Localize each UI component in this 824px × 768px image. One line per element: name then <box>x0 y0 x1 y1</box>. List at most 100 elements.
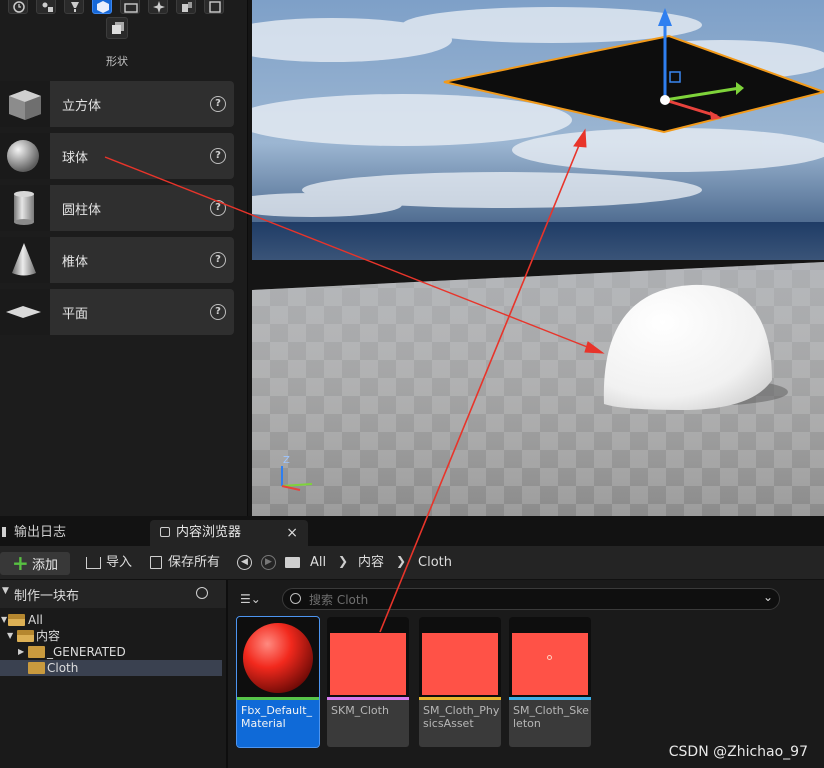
asset-name: Fbx_Default_Material <box>241 704 313 730</box>
cube-icon <box>0 81 50 127</box>
help-icon[interactable]: ? <box>210 96 226 112</box>
shapes-icon[interactable] <box>92 0 112 14</box>
collapse-caret-icon: ▼ <box>1 615 8 624</box>
bottom-tab-bar: 输出日志 内容浏览器 × <box>0 516 824 546</box>
folder-icon <box>28 646 45 658</box>
close-icon[interactable]: × <box>286 520 298 546</box>
output-log-icon <box>2 527 6 537</box>
breadcrumb-cloth[interactable]: Cloth <box>418 554 452 572</box>
asset-name: SM_Cloth_PhysicsAsset <box>423 704 500 730</box>
help-icon[interactable]: ? <box>210 252 226 268</box>
add-label: 添加 <box>32 558 59 573</box>
import-button[interactable]: 导入 <box>106 554 132 572</box>
plane-icon <box>0 289 50 335</box>
tree-item-label: All <box>28 613 43 627</box>
bone-marker-icon <box>547 655 552 660</box>
chevron-right-icon: ❯ <box>396 554 407 568</box>
search-icon[interactable] <box>196 587 208 599</box>
folder-icon <box>285 557 300 568</box>
chevron-right-icon: ❯ <box>338 554 349 568</box>
help-icon[interactable]: ? <box>210 200 226 216</box>
asset-type-bar <box>237 697 319 700</box>
recent-icon[interactable] <box>8 0 28 14</box>
visual-effects-icon[interactable] <box>148 0 168 14</box>
axis-label-z: Z <box>283 455 290 466</box>
tree-item-generated[interactable]: ▶ _GENERATED <box>0 644 222 660</box>
tree-item-all[interactable]: ▼ All <box>0 612 222 628</box>
tree-header[interactable]: ▼ 制作一块布 <box>0 580 226 608</box>
cinematic-icon[interactable] <box>120 0 140 14</box>
asset-search-input[interactable]: 搜索 Cloth ⌄ <box>282 588 780 610</box>
shape-item-sphere[interactable]: 球体 ? <box>0 133 234 179</box>
filter-icon[interactable]: ☰⌄ <box>240 592 268 606</box>
tree-item-label: 内容 <box>36 629 61 643</box>
tab-label: 输出日志 <box>14 525 67 540</box>
asset-view-panel: ☰⌄ 搜索 Cloth ⌄ Fbx_Default_Material SKM_C… <box>230 580 824 768</box>
tree-item-label: _GENERATED <box>47 645 126 659</box>
search-icon <box>290 593 301 604</box>
shape-label: 立方体 <box>62 99 102 114</box>
watermark: CSDN @Zhichao_97 <box>668 744 808 760</box>
geometry-icon[interactable] <box>176 0 196 14</box>
asset-tile-physics-asset[interactable]: SM_Cloth_PhysicsAsset <box>419 617 501 747</box>
cone-icon <box>0 237 50 283</box>
history-back-icon[interactable]: ◀ <box>237 555 252 570</box>
tree-header-label: 制作一块布 <box>14 589 80 604</box>
level-viewport[interactable]: Z <box>252 0 824 516</box>
search-placeholder: 搜索 Cloth <box>309 593 369 607</box>
help-icon[interactable]: ? <box>210 148 226 164</box>
history-forward-icon[interactable]: ▶ <box>261 555 276 570</box>
basic-actors-icon[interactable] <box>36 0 56 14</box>
content-browser-toolbar: + 添加 导入 保存所有 ◀ ▶ All ❯ 内容 ❯ Cloth <box>0 546 824 580</box>
physics-asset-thumbnail <box>419 617 501 697</box>
category-label: 形状 <box>106 55 128 68</box>
shape-label: 球体 <box>62 151 89 166</box>
sphere-icon <box>0 133 50 179</box>
folder-icon <box>28 662 45 674</box>
shape-label: 椎体 <box>62 255 89 270</box>
asset-type-bar <box>419 697 501 700</box>
help-icon[interactable]: ? <box>210 304 226 320</box>
shape-item-plane[interactable]: 平面 ? <box>0 289 234 335</box>
breadcrumb-content[interactable]: 内容 <box>358 554 384 572</box>
asset-tile-material[interactable]: Fbx_Default_Material <box>236 616 320 748</box>
collapse-caret-icon: ▼ <box>2 586 9 596</box>
asset-type-bar <box>327 697 409 700</box>
tab-output-log[interactable]: 输出日志 <box>0 520 76 546</box>
cylinder-icon <box>0 185 50 231</box>
breadcrumb-all[interactable]: All <box>310 554 326 572</box>
tree-item-content[interactable]: ▼ 内容 <box>0 628 222 644</box>
place-actors-panel: 形状 立方体 ? 球体 ? 圆柱体 ? 椎体 ? 平面 ? <box>0 0 248 516</box>
tab-label: 内容浏览器 <box>176 525 242 540</box>
material-thumbnail <box>237 617 319 697</box>
all-classes-icon[interactable] <box>106 17 128 39</box>
add-button[interactable]: + 添加 <box>0 552 70 575</box>
content-browser-area: 输出日志 内容浏览器 × + 添加 导入 保存所有 ◀ ▶ All ❯ 内容 ❯… <box>0 516 824 768</box>
shape-item-cone[interactable]: 椎体 ? <box>0 237 234 283</box>
chevron-down-icon[interactable]: ⌄ <box>763 590 773 604</box>
import-icon <box>86 557 101 569</box>
skeleton-thumbnail <box>509 617 591 697</box>
folder-open-icon <box>17 630 34 642</box>
tree-item-cloth[interactable]: Cloth <box>0 660 222 676</box>
shape-item-cylinder[interactable]: 圆柱体 ? <box>0 185 234 231</box>
asset-type-bar <box>509 697 591 700</box>
asset-name: SM_Cloth_Skeleton <box>513 704 589 730</box>
tab-content-browser[interactable]: 内容浏览器 × <box>150 520 308 546</box>
shape-label: 圆柱体 <box>62 203 102 218</box>
lights-icon[interactable] <box>64 0 84 14</box>
expand-caret-icon: ▶ <box>18 647 25 656</box>
save-all-icon <box>150 556 162 569</box>
folder-open-icon <box>8 614 25 626</box>
asset-tile-skeletal-mesh[interactable]: SKM_Cloth <box>327 617 409 747</box>
place-mode-toolbar <box>0 0 248 14</box>
plus-icon: + <box>12 551 29 575</box>
volumes-icon[interactable] <box>204 0 224 14</box>
collapse-caret-icon: ▼ <box>7 631 14 640</box>
asset-tile-skeleton[interactable]: SM_Cloth_Skeleton <box>509 617 591 747</box>
content-browser-icon <box>160 527 170 537</box>
asset-name: SKM_Cloth <box>331 704 389 717</box>
source-tree-panel: ▼ 制作一块布 ▼ All ▼ 内容 ▶ _GENERATED Cloth <box>0 580 228 768</box>
shape-item-cube[interactable]: 立方体 ? <box>0 81 234 127</box>
save-all-button[interactable]: 保存所有 <box>168 554 220 572</box>
